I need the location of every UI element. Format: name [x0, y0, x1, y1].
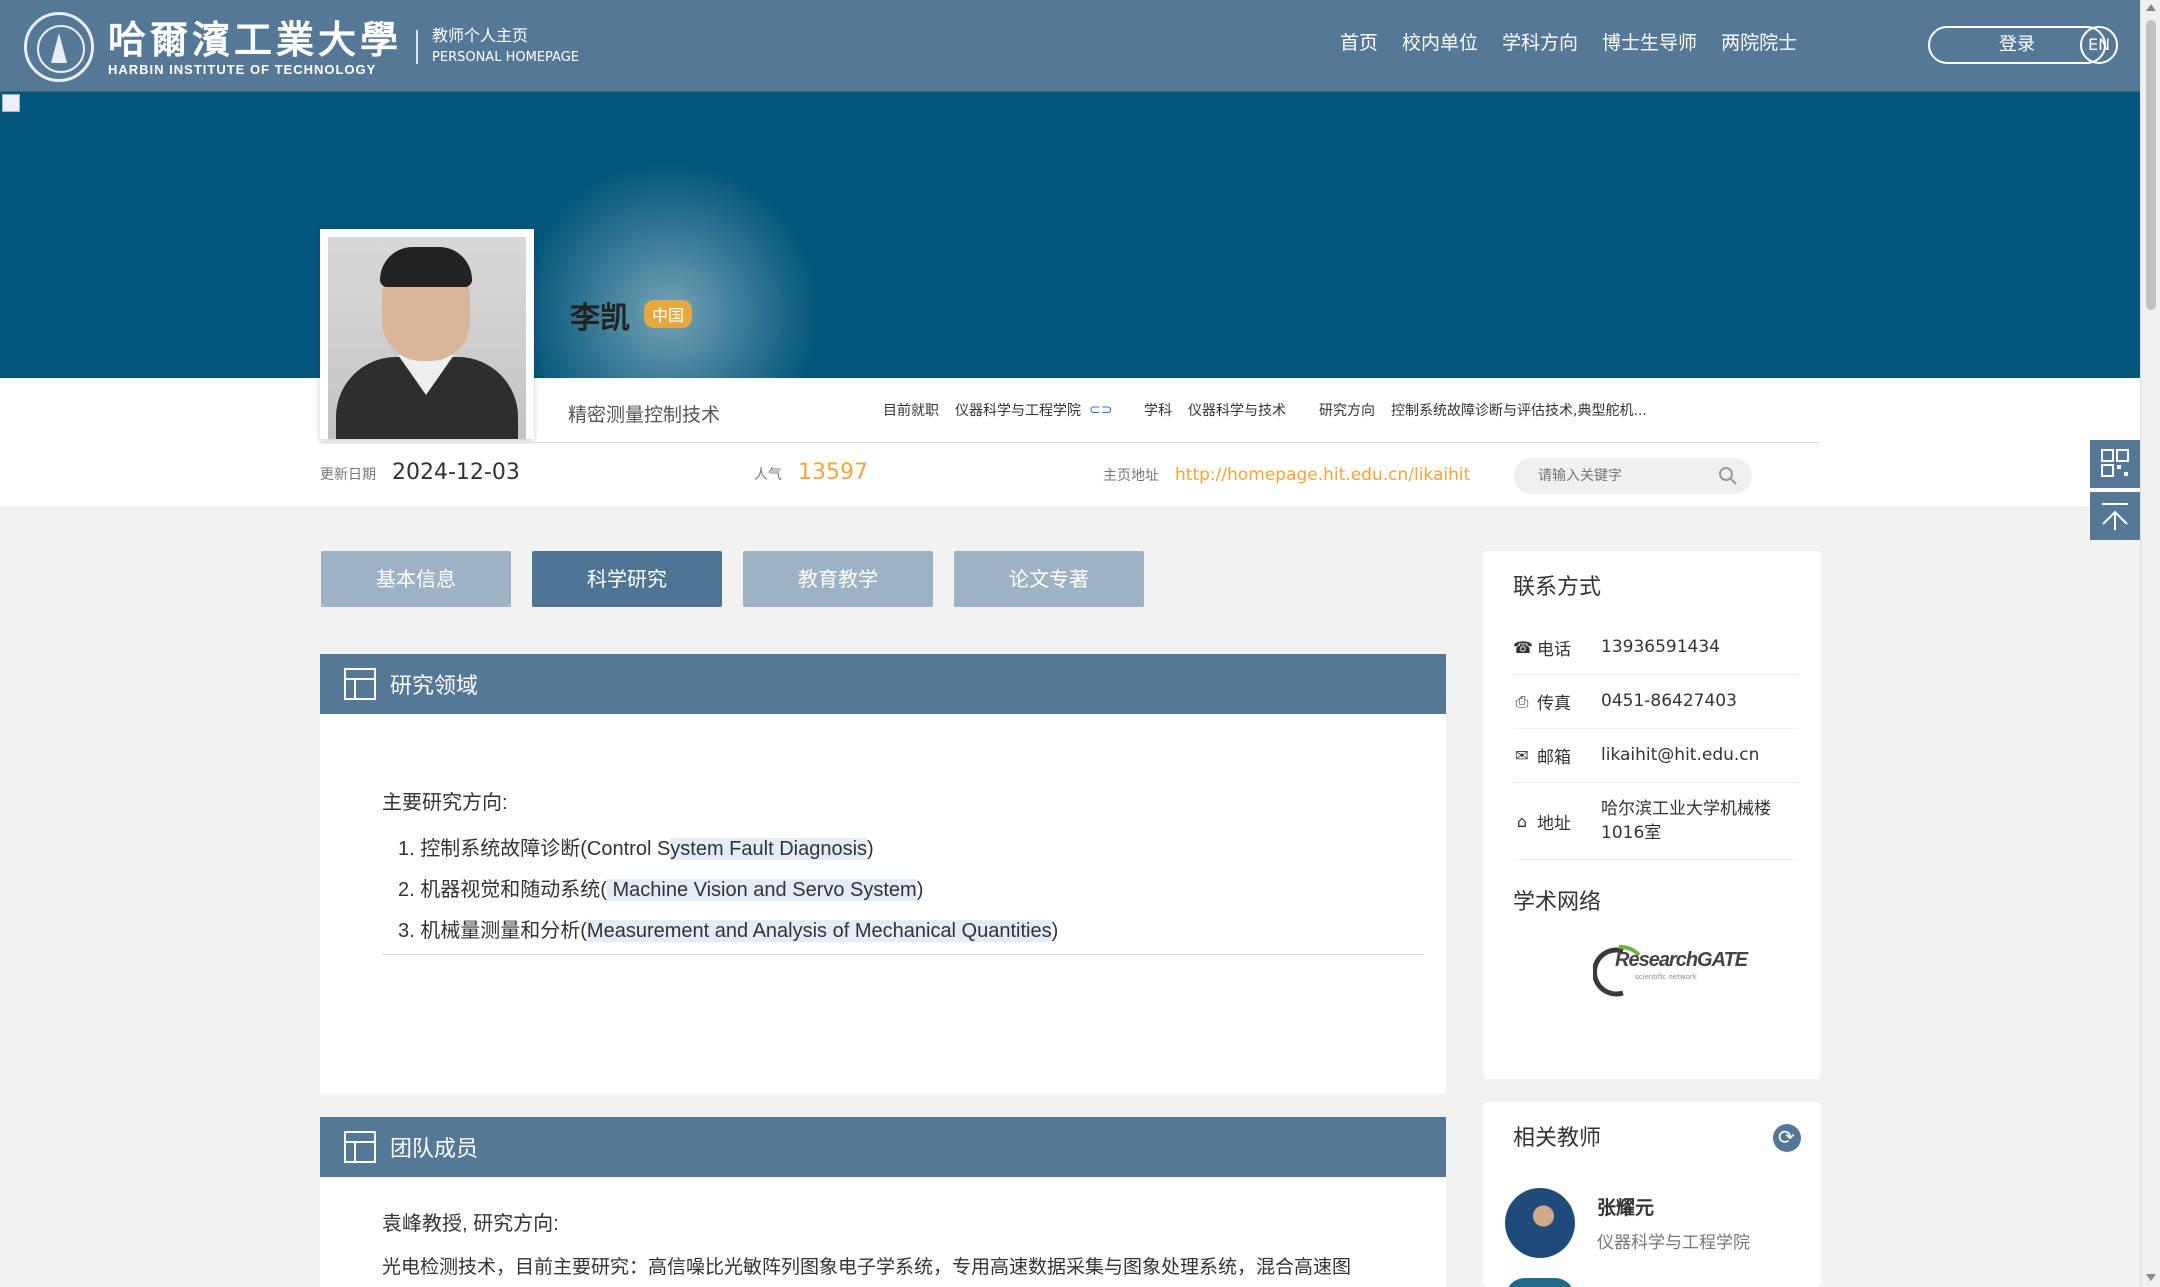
research-field-title: 研究领域 [390, 674, 479, 699]
logo-subtitle-en: PERSONAL HOMEPAGE [432, 50, 579, 65]
related-teacher-item[interactable]: 张耀元 仪器科学与工程学院 [1505, 1188, 1750, 1258]
tab-teaching[interactable]: 教育教学 [743, 551, 933, 607]
current-post-label: 目前就职 [883, 403, 939, 419]
search-box [1514, 458, 1752, 494]
home-icon: ⌂ [1516, 811, 1528, 831]
nav-disciplines[interactable]: 学科方向 [1502, 28, 1578, 55]
nav-doctoral-supervisors[interactable]: 博士生导师 [1602, 28, 1697, 55]
homepage-label: 主页地址 [1103, 468, 1159, 484]
nav-home[interactable]: 首页 [1340, 28, 1378, 55]
search-icon[interactable] [1718, 466, 1738, 486]
teacher-name[interactable]: 张耀元 [1597, 1193, 1750, 1220]
update-date-label: 更新日期 [320, 467, 376, 483]
profile-name: 李凯 [570, 301, 630, 336]
qr-code-icon[interactable] [2090, 440, 2140, 488]
logo-chinese: 哈爾濱工業大學 [108, 16, 403, 62]
research-intro: 主要研究方向: [382, 792, 508, 814]
logo-subtitle-cn: 教师个人主页 [432, 26, 529, 45]
contact-address: ⌂ 地址 哈尔滨工业大学机械楼1016室 [1513, 783, 1799, 860]
logo-divider [416, 30, 419, 64]
mail-icon: ✉ [1515, 746, 1529, 765]
research-direction-label: 研究方向 [1319, 403, 1375, 419]
research-list: 1. 控制系统故障诊断(Control System Fault Diagnos… [398, 829, 1422, 952]
contact-phone: ☎ 电话 13936591434 [1513, 621, 1799, 675]
contact-email: ✉ 邮箱 likaihit@hit.edu.cn [1513, 729, 1799, 783]
discipline-label: 学科 [1144, 403, 1172, 419]
homepage-link[interactable]: http://homepage.hit.edu.cn/likaihit [1175, 465, 1470, 485]
scroll-thumb[interactable] [2146, 20, 2156, 310]
team-members-title: 团队成员 [390, 1137, 479, 1162]
researchgate-text[interactable]: ResearchGATE [1615, 949, 1748, 972]
nationality-badge: 中国 [644, 300, 693, 328]
refresh-icon[interactable] [1773, 1124, 1801, 1152]
discipline: 学科 仪器科学与技术 [1144, 400, 1286, 420]
list-item: 3. 机械量测量和分析(Measurement and Analysis of … [398, 920, 1059, 942]
profile-major: 精密测量控制技术 [568, 404, 721, 426]
nav-departments[interactable]: 校内单位 [1402, 28, 1478, 55]
tab-publications[interactable]: 论文专著 [954, 551, 1144, 607]
discipline-value: 仪器科学与技术 [1188, 403, 1286, 419]
scroll-down-icon[interactable] [2146, 1274, 2156, 1281]
profile-photo [320, 229, 534, 439]
related-teachers-card: 相关教师 张耀元 仪器科学与工程学院 [1483, 1102, 1821, 1287]
address-value: 哈尔滨工业大学机械楼1016室 [1601, 799, 1771, 843]
current-post-value[interactable]: 仪器科学与工程学院 [955, 400, 1081, 420]
research-direction-value: 控制系统故障诊断与评估技术,典型舵机... [1391, 403, 1647, 419]
nav-academicians[interactable]: 两院院士 [1721, 28, 1797, 55]
university-seal-icon [24, 12, 94, 82]
list-item: 1. 控制系统故障诊断(Control System Fault Diagnos… [398, 838, 874, 860]
avatar [1505, 1188, 1575, 1258]
update-date: 更新日期 2024-12-03 [320, 460, 520, 485]
team-member-line: 袁峰教授, 研究方向: [382, 1213, 559, 1235]
layout-icon [344, 1131, 376, 1163]
research-field-panel: 研究领域 主要研究方向: 1. 控制系统故障诊断(Control System … [320, 654, 1446, 1094]
tab-research[interactable]: 科学研究 [532, 551, 722, 607]
banner-glow [520, 162, 820, 378]
team-members-panel: 团队成员 袁峰教授, 研究方向: 光电检测技术，目前主要研究：高信噪比光敏阵列图… [320, 1117, 1446, 1287]
avatar [1505, 1278, 1575, 1287]
homepage-address: 主页地址 http://homepage.hit.edu.cn/likaihit [1103, 465, 1470, 485]
popularity-value: 13597 [798, 460, 868, 485]
search-input[interactable] [1538, 468, 1708, 484]
tab-basic-info[interactable]: 基本信息 [321, 551, 511, 607]
back-to-top-icon[interactable] [2090, 492, 2140, 540]
logo-english: HARBIN INSTITUTE OF TECHNOLOGY [108, 61, 377, 77]
email-value[interactable]: likaihit@hit.edu.cn [1601, 743, 1799, 768]
list-item: 2. 机器视觉和随动系统( Machine Vision and Servo S… [398, 879, 924, 901]
hit-logo[interactable]: 哈爾濱工業大學 HARBIN INSTITUTE OF TECHNOLOGY 教… [24, 12, 579, 82]
phone-icon: ☎ [1513, 638, 1533, 657]
contact-card: 联系方式 ☎ 电话 13936591434 ⎙ 传真 0451-86427403 ✉… [1483, 551, 1821, 1079]
team-member-desc: 光电检测技术，目前主要研究：高信噪比光敏阵列图象电子学系统，专用高速数据采集与图… [382, 1256, 1352, 1278]
fax-icon: ⎙ [1515, 691, 1529, 711]
top-header: 哈爾濱工業大學 HARBIN INSTITUTE OF TECHNOLOGY 教… [0, 0, 2140, 92]
update-date-value: 2024-12-03 [392, 460, 520, 485]
layout-icon [344, 668, 376, 700]
researchgate-subtitle: scientific network [1635, 973, 1697, 981]
scroll-up-icon[interactable] [2146, 4, 2156, 11]
divider [320, 442, 1820, 443]
teacher-dept: 仪器科学与工程学院 [1597, 1233, 1750, 1253]
contact-title: 联系方式 [1513, 575, 1602, 600]
popularity-label: 人气 [754, 467, 782, 483]
fax-value: 0451-86427403 [1601, 691, 1737, 711]
phone-value: 13936591434 [1601, 637, 1720, 657]
academic-network-title: 学术网络 [1513, 890, 1602, 915]
current-post: 目前就职 仪器科学与工程学院 ⊂⊃ [883, 400, 1112, 420]
broken-image-icon [2, 94, 20, 112]
contact-fax: ⎙ 传真 0451-86427403 [1513, 675, 1799, 729]
research-direction: 研究方向 控制系统故障诊断与评估技术,典型舵机... [1319, 400, 1647, 420]
main-nav: 首页 校内单位 学科方向 博士生导师 两院院士 [1340, 28, 1821, 55]
divider [382, 954, 1424, 955]
language-toggle-button[interactable]: EN [2080, 26, 2118, 64]
popularity: 人气 13597 [754, 460, 868, 485]
related-teachers-title: 相关教师 [1513, 1126, 1602, 1151]
page-scrollbar[interactable] [2140, 0, 2160, 1287]
link-icon[interactable]: ⊂⊃ [1089, 402, 1112, 418]
